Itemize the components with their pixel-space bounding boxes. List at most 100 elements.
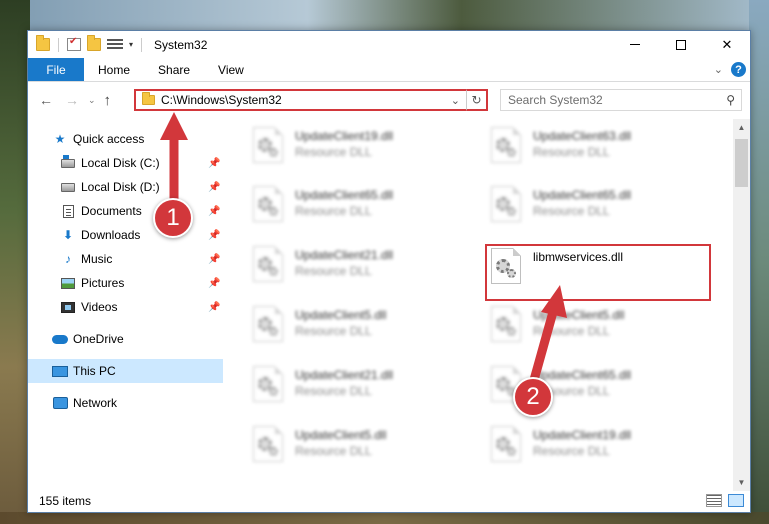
dll-file-icon xyxy=(253,426,283,462)
back-arrow-icon[interactable]: ← xyxy=(38,92,54,108)
maximize-button[interactable] xyxy=(658,31,704,58)
search-icon[interactable]: ⚲ xyxy=(726,93,735,107)
address-path: C:\Windows\System32 xyxy=(161,93,282,107)
file-item[interactable]: UpdateClient5.dll Resource DLL xyxy=(249,424,473,474)
file-type: Resource DLL xyxy=(533,204,610,218)
nav-local-disk-c[interactable]: Local Disk (C:) 📌 xyxy=(28,151,223,175)
tab-share[interactable]: Share xyxy=(144,58,204,81)
star-icon: ★ xyxy=(54,132,66,146)
view-buttons xyxy=(706,494,744,507)
recent-locations-chevron-icon[interactable]: ⌄ xyxy=(88,95,96,106)
file-type: Resource DLL xyxy=(295,324,372,338)
pin-icon[interactable]: 📌 xyxy=(208,182,220,193)
highlight-box xyxy=(485,244,711,301)
folder-icon xyxy=(36,35,50,51)
nav-videos[interactable]: Videos 📌 xyxy=(28,295,223,319)
nav-onedrive-label: OneDrive xyxy=(73,332,124,346)
new-folder-icon[interactable] xyxy=(87,35,101,51)
quick-access-toolbar: ▾ xyxy=(28,35,144,52)
close-button[interactable]: ✕ xyxy=(704,31,750,58)
file-name: UpdateClient19.dll xyxy=(533,428,632,442)
pin-icon[interactable]: 📌 xyxy=(208,278,220,289)
expand-ribbon-chevron-icon[interactable]: ⌄ xyxy=(714,63,723,76)
scrollbar-thumb[interactable] xyxy=(735,139,748,187)
large-icons-view-icon[interactable] xyxy=(728,494,744,507)
dll-file-icon xyxy=(253,366,283,402)
properties-icon[interactable] xyxy=(107,38,123,51)
title-bar: ▾ System32 ✕ xyxy=(28,31,750,58)
file-name: UpdateClient21.dll xyxy=(295,248,394,262)
refresh-icon: ↻ xyxy=(471,93,482,107)
pin-icon[interactable]: 📌 xyxy=(208,230,220,241)
file-item[interactable]: UpdateClient5.dll Resource DLL xyxy=(487,304,711,354)
nav-network[interactable]: Network xyxy=(28,391,223,415)
nav-music[interactable]: ♪ Music 📌 xyxy=(28,247,223,271)
file-type: Resource DLL xyxy=(533,444,610,458)
minimize-icon xyxy=(630,44,640,45)
file-item[interactable]: UpdateClient5.dll Resource DLL xyxy=(249,304,473,354)
file-item[interactable]: UpdateClient19.dll Resource DLL xyxy=(249,125,473,175)
nav-item-label: Pictures xyxy=(81,276,125,290)
tab-home[interactable]: Home xyxy=(84,58,144,81)
tab-view[interactable]: View xyxy=(204,58,258,81)
file-list: UpdateClient19.dll Resource DLL UpdateCli… xyxy=(223,119,750,491)
file-name: UpdateClient65.dll xyxy=(533,188,632,202)
nav-pictures[interactable]: Pictures 📌 xyxy=(28,271,223,295)
search-input[interactable]: Search System32 ⚲ xyxy=(500,89,742,111)
qat-dropdown-icon[interactable]: ▾ xyxy=(129,40,133,49)
nav-item-label: Downloads xyxy=(81,228,141,242)
address-folder-icon xyxy=(142,92,155,105)
step-badge-2: 2 xyxy=(513,377,553,417)
documents-icon xyxy=(60,204,76,218)
forward-arrow-icon[interactable]: → xyxy=(64,92,80,108)
nav-local-disk-d[interactable]: Local Disk (D:) 📌 xyxy=(28,175,223,199)
up-arrow-icon[interactable]: ↑ xyxy=(104,92,112,109)
minimize-button[interactable] xyxy=(612,31,658,58)
file-type: Resource DLL xyxy=(295,444,372,458)
pin-icon[interactable]: 📌 xyxy=(208,254,220,265)
properties-check-icon[interactable] xyxy=(67,36,81,51)
file-name: UpdateClient63.dll xyxy=(533,129,632,143)
nav-quick-access[interactable]: ★ Quick access xyxy=(28,127,223,151)
details-view-icon[interactable] xyxy=(706,494,722,507)
pin-icon[interactable]: 📌 xyxy=(208,302,220,313)
file-item[interactable]: UpdateClient21.dll Resource DLL xyxy=(249,364,473,414)
address-dropdown-icon[interactable]: ⌄ xyxy=(451,94,460,107)
dll-file-icon xyxy=(253,246,283,282)
address-bar[interactable]: C:\Windows\System32 ⌄ xyxy=(134,89,488,111)
file-item[interactable]: UpdateClient63.dll Resource DLL xyxy=(487,125,711,175)
refresh-button[interactable]: ↻ xyxy=(466,89,488,111)
file-name: UpdateClient65.dll xyxy=(295,188,394,202)
file-item[interactable]: UpdateClient19.dll Resource DLL xyxy=(487,424,711,474)
pin-icon[interactable]: 📌 xyxy=(208,206,220,217)
file-name: UpdateClient5.dll xyxy=(295,428,387,442)
pin-icon[interactable]: 📌 xyxy=(208,158,220,169)
desktop-background-bottom xyxy=(0,512,769,524)
dll-file-icon xyxy=(253,186,283,222)
file-name: UpdateClient19.dll xyxy=(295,129,394,143)
nav-downloads[interactable]: ⬇ Downloads 📌 xyxy=(28,223,223,247)
file-item[interactable]: UpdateClient65.dll Resource DLL xyxy=(249,184,473,234)
file-name: UpdateClient5.dll xyxy=(533,308,625,322)
file-type: Resource DLL xyxy=(533,145,610,159)
file-name: UpdateClient65.dll xyxy=(533,368,632,382)
scroll-down-arrow-icon[interactable]: ▼ xyxy=(733,474,750,491)
nav-network-label: Network xyxy=(73,396,118,410)
scroll-up-arrow-icon[interactable]: ▲ xyxy=(733,119,750,136)
nav-item-label: Music xyxy=(81,252,113,266)
nav-documents[interactable]: Documents 📌 xyxy=(28,199,223,223)
file-item[interactable]: UpdateClient21.dll Resource DLL xyxy=(249,244,473,294)
dll-file-icon xyxy=(491,306,521,342)
file-explorer-window: ▾ System32 ✕ File Home Share View ⌄ ? ← … xyxy=(27,30,751,513)
status-bar: 155 items xyxy=(28,490,750,512)
tab-file[interactable]: File xyxy=(28,58,84,81)
file-item[interactable]: UpdateClient65.dll Resource DLL xyxy=(487,184,711,234)
file-name: UpdateClient5.dll xyxy=(295,308,387,322)
nav-onedrive[interactable]: OneDrive xyxy=(28,327,223,351)
nav-this-pc[interactable]: This PC xyxy=(28,359,223,383)
local-disk-icon xyxy=(60,154,76,170)
navigation-pane: ★ Quick access Local Disk (C:) 📌 Local D… xyxy=(28,119,223,491)
vertical-scrollbar[interactable]: ▲ ▼ xyxy=(733,119,750,491)
nav-item-label: Documents xyxy=(81,204,142,218)
help-icon[interactable]: ? xyxy=(731,62,746,77)
